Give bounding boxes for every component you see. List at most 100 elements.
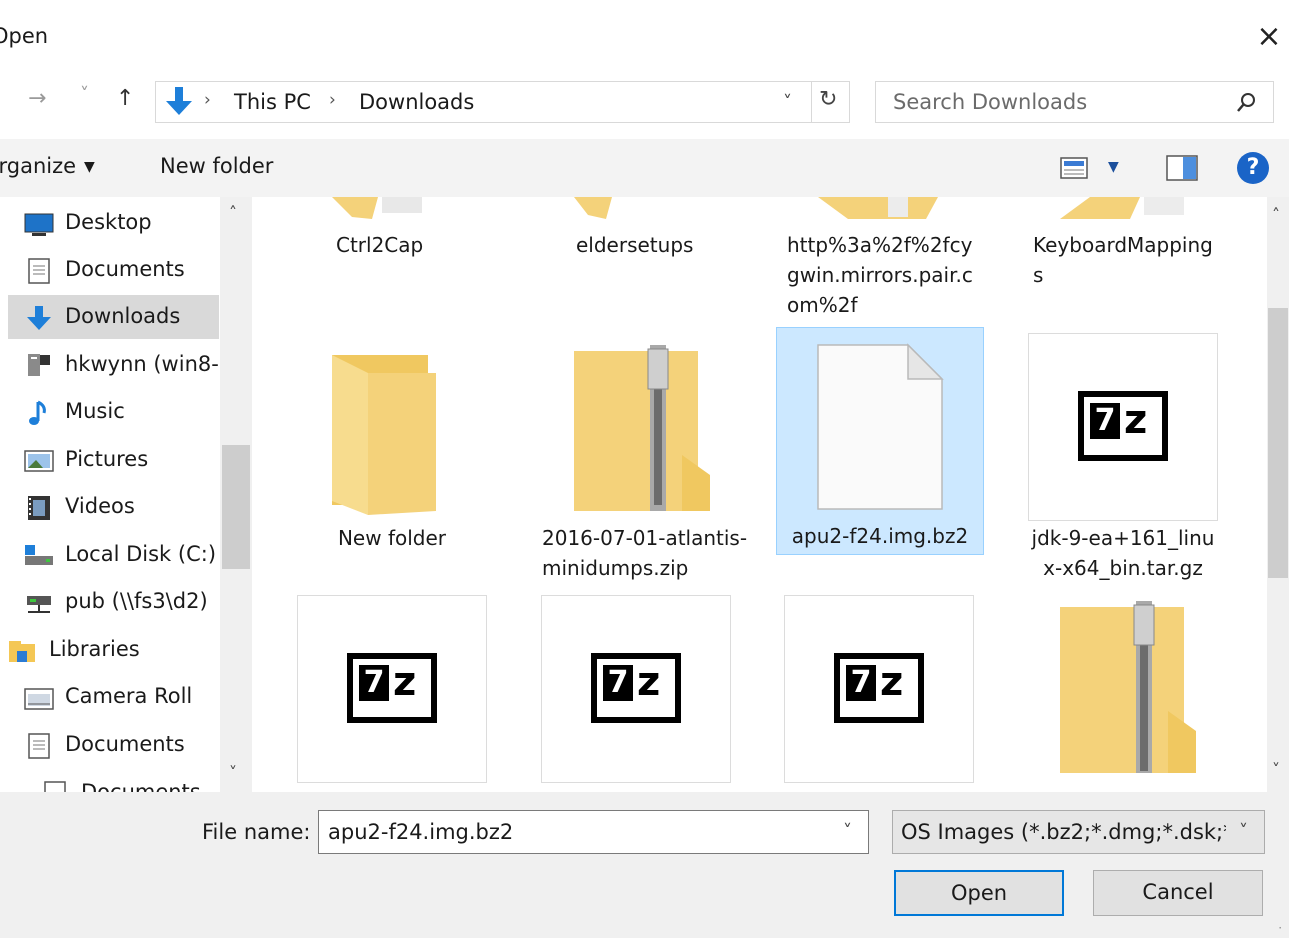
folder-icon xyxy=(332,355,436,515)
file-type-value: OS Images (*.bz2;*.dmg;*.dsk;*. xyxy=(901,820,1226,844)
address-divider xyxy=(811,82,812,122)
forward-icon[interactable]: → xyxy=(28,86,46,111)
sidebar-item-documents[interactable]: Documents xyxy=(0,248,220,292)
view-dropdown-icon[interactable]: ▼ xyxy=(1108,159,1119,175)
breadcrumb-downloads[interactable]: Downloads xyxy=(359,90,474,114)
cancel-button[interactable]: Cancel xyxy=(1093,870,1263,916)
zip-folder-icon xyxy=(1060,601,1196,773)
sidebar-item-downloads[interactable]: Downloads xyxy=(8,295,219,339)
sidebar-item-desktop[interactable]: Desktop xyxy=(0,201,220,245)
sidebar-item-camera-roll[interactable]: Camera Roll xyxy=(0,675,220,719)
preview-pane-icon[interactable] xyxy=(1166,155,1198,181)
file-name-value[interactable]: apu2-f24.img.bz2 xyxy=(328,820,513,844)
file-name-field[interactable]: apu2-f24.img.bz2 ˅ xyxy=(318,810,869,854)
library-icon xyxy=(24,688,54,710)
open-button[interactable]: Open xyxy=(894,870,1064,916)
file-item-new-folder[interactable]: New folder xyxy=(288,345,496,585)
recent-locations-chevron-icon[interactable]: ˅ xyxy=(80,84,89,105)
sidebar-item-videos[interactable]: Videos xyxy=(0,485,220,529)
search-input[interactable]: Search Downloads xyxy=(893,90,1087,114)
sidebar-item-label: Downloads xyxy=(65,304,181,328)
organize-button[interactable]: Organize xyxy=(0,154,76,178)
sidebar-item-label: hkwynn (win8- xyxy=(65,352,219,376)
search-box[interactable]: Search Downloads xyxy=(875,81,1274,123)
videos-icon xyxy=(28,496,50,520)
content-scrollbar-thumb[interactable] xyxy=(1268,308,1288,578)
file-name: Ctrl2Cap xyxy=(336,233,424,257)
sidebar-item-pictures[interactable]: Pictures xyxy=(0,438,220,482)
file-item-zip[interactable] xyxy=(1058,601,1266,792)
dialog-title: Open xyxy=(0,24,49,48)
file-name: KeyboardMappings xyxy=(1033,233,1213,287)
search-icon[interactable] xyxy=(1235,92,1257,114)
file-name-label: File name: xyxy=(202,820,311,844)
scroll-down-icon[interactable]: ˅ xyxy=(229,763,237,782)
file-name: apu2-f24.img.bz2 xyxy=(791,524,969,548)
toolbar: Organize ▼ New folder ▼ ? xyxy=(0,139,1289,197)
file-type-filter[interactable]: OS Images (*.bz2;*.dmg;*.dsk;*. ˅ xyxy=(892,810,1265,854)
file-item-selected[interactable]: apu2-f24.img.bz2 xyxy=(776,327,984,555)
scroll-up-icon[interactable]: ˄ xyxy=(1272,205,1280,224)
file-type-dropdown-icon[interactable]: ˅ xyxy=(1239,821,1248,842)
navigation-pane: Desktop Documents Downloads hkwynn (win8… xyxy=(0,197,252,792)
sidebar-item-label: Libraries xyxy=(49,637,140,661)
sidebar-item-network-drive[interactable]: hkwynn (win8- xyxy=(0,343,220,387)
file-name: jdk-9-ea+161_linux-x64_bin.tar.gz xyxy=(1031,526,1215,580)
sidebar-item-label: pub (\\fs3\d2) xyxy=(65,589,208,613)
sidebar-item-label: Documents xyxy=(65,257,185,281)
file-item-7z[interactable]: 7z xyxy=(784,595,992,792)
file-item-7z[interactable]: 7z xyxy=(297,595,505,792)
documents-icon xyxy=(28,258,50,284)
breadcrumb-separator-icon: › xyxy=(329,90,336,110)
7z-archive-icon: 7z xyxy=(834,653,924,723)
music-icon xyxy=(29,400,46,425)
file-list: Ctrl2Cap eldersetups http%3a%2f%2fcygwin… xyxy=(252,197,1267,792)
file-name: New folder xyxy=(337,526,447,550)
nav-scrollbar-thumb[interactable] xyxy=(222,445,250,569)
address-bar[interactable]: › This PC › Downloads ˅ ↻ xyxy=(155,81,850,123)
pictures-icon xyxy=(24,450,54,472)
resize-grip-icon[interactable]: ⠂ xyxy=(1278,924,1285,935)
documents-icon xyxy=(44,781,66,792)
scroll-down-icon[interactable]: ˅ xyxy=(1272,760,1280,779)
file-icon xyxy=(817,343,944,510)
breadcrumb-this-pc[interactable]: This PC xyxy=(234,90,311,114)
help-icon[interactable]: ? xyxy=(1237,152,1269,184)
file-item-7z[interactable]: 7z jdk-9-ea+161_linux-x64_bin.tar.gz xyxy=(1028,333,1236,593)
file-item-zip[interactable]: 2016-07-01-atlantis-minidumps.zip xyxy=(542,345,750,585)
new-folder-button[interactable]: New folder xyxy=(160,154,273,178)
zip-folder-icon xyxy=(574,345,710,511)
file-name: 2016-07-01-atlantis-minidumps.zip xyxy=(542,526,748,580)
sidebar-item-label: Pictures xyxy=(65,447,149,471)
7z-archive-icon: 7z xyxy=(1078,391,1168,461)
downloads-icon xyxy=(27,306,51,330)
sidebar-item-documents-sub[interactable]: Documents xyxy=(16,771,236,792)
sidebar-item-music[interactable]: Music xyxy=(0,390,220,434)
library-documents-icon xyxy=(28,733,50,759)
organize-dropdown-icon[interactable]: ▼ xyxy=(84,159,95,175)
local-disk-icon xyxy=(25,545,53,565)
close-icon[interactable]: × xyxy=(1252,20,1286,54)
sidebar-item-local-disk[interactable]: Local Disk (C:) xyxy=(0,533,220,577)
sidebar-item-network-share[interactable]: pub (\\fs3\d2) xyxy=(0,580,220,624)
file-name: http%3a%2f%2fcygwin.mirrors.pair.com%2f xyxy=(787,233,973,317)
address-dropdown-icon[interactable]: ˅ xyxy=(783,92,792,113)
folder-icon xyxy=(1060,197,1184,219)
sidebar-item-label: Videos xyxy=(65,494,135,518)
7z-archive-icon: 7z xyxy=(347,653,437,723)
downloads-location-icon xyxy=(166,87,192,115)
sidebar-item-libraries[interactable]: Libraries xyxy=(0,628,220,672)
network-share-icon xyxy=(27,596,51,613)
sidebar-item-label: Local Disk (C:) xyxy=(65,542,217,566)
change-view-icon[interactable] xyxy=(1060,156,1088,180)
sidebar-item-label: Desktop xyxy=(65,210,152,234)
footer-panel: File name: apu2-f24.img.bz2 ˅ OS Images … xyxy=(0,792,1289,938)
scroll-up-icon[interactable]: ˄ xyxy=(229,203,237,222)
file-item-7z[interactable]: 7z xyxy=(541,595,749,792)
sidebar-item-library-documents[interactable]: Documents xyxy=(0,723,220,767)
file-name-dropdown-icon[interactable]: ˅ xyxy=(843,821,852,842)
up-icon[interactable]: ↑ xyxy=(116,86,134,111)
folder-icon xyxy=(818,197,938,219)
desktop-icon xyxy=(24,213,54,236)
refresh-icon[interactable]: ↻ xyxy=(819,87,837,112)
